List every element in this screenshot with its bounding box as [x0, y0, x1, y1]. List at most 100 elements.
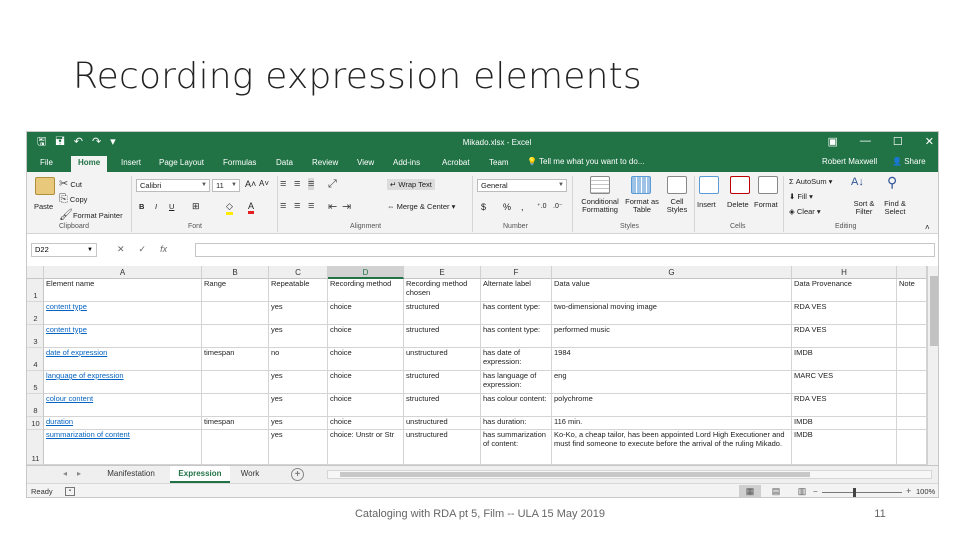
scroll-thumb[interactable]	[340, 472, 810, 477]
table-cell[interactable]: content type	[44, 302, 202, 325]
table-cell[interactable]	[897, 417, 927, 430]
format-as-table-button[interactable]: Format as Table	[622, 198, 662, 214]
table-cell[interactable]: no	[269, 348, 328, 371]
table-cell[interactable]: eng	[552, 371, 792, 394]
decrease-indent-icon[interactable]: ⇤	[328, 200, 337, 213]
column-header-f[interactable]: F	[481, 266, 552, 279]
bold-button[interactable]: B	[139, 202, 144, 211]
horizontal-scrollbar[interactable]	[327, 470, 932, 479]
table-cell[interactable]: choice	[328, 325, 404, 348]
table-cell[interactable]: has language of expression:	[481, 371, 552, 394]
undo-icon[interactable]: ↶	[74, 136, 83, 149]
table-cell[interactable]: RDA VES	[792, 325, 897, 348]
save-as-icon[interactable]: 🖬	[55, 136, 64, 149]
delete-cells-icon[interactable]	[730, 176, 750, 194]
tab-add-ins[interactable]: Add-ins	[393, 157, 420, 172]
cell-styles-button[interactable]: Cell Styles	[663, 198, 691, 214]
normal-view-icon[interactable]: ▦	[739, 485, 761, 497]
table-cell[interactable]: performed music	[552, 325, 792, 348]
table-cell[interactable]: choice	[328, 371, 404, 394]
collapse-ribbon-icon[interactable]: ˄	[925, 223, 930, 232]
table-cell[interactable]: yes	[269, 417, 328, 430]
copy-button[interactable]: ⎘ Copy	[59, 193, 87, 206]
header-cell[interactable]: Data value	[552, 279, 792, 302]
table-icon[interactable]	[631, 176, 651, 194]
table-cell[interactable]: yes	[269, 394, 328, 417]
table-cell[interactable]	[897, 348, 927, 371]
tab-home[interactable]: Home	[71, 156, 108, 172]
format-cells-icon[interactable]	[758, 176, 778, 194]
table-cell[interactable]: MARC VES	[792, 371, 897, 394]
table-cell[interactable]: 1984	[552, 348, 792, 371]
autosum-button[interactable]: Σ AutoSum ▾	[789, 177, 832, 186]
zoom-slider-knob[interactable]	[853, 488, 856, 497]
conditional-formatting-button[interactable]: Conditional Formatting	[575, 198, 625, 214]
header-cell[interactable]: Repeatable	[269, 279, 328, 302]
table-cell[interactable]: unstructured	[404, 417, 481, 430]
paste-label[interactable]: Paste	[34, 202, 53, 211]
column-header-b[interactable]: B	[202, 266, 269, 279]
tab-file[interactable]: File	[40, 157, 53, 172]
table-cell[interactable]: content type	[44, 325, 202, 348]
page-break-view-icon[interactable]: ▥	[791, 485, 813, 497]
find-select-button[interactable]: Find & Select	[879, 200, 911, 216]
format-painter-button[interactable]: 🖌Format Painter	[59, 208, 123, 221]
table-cell[interactable]	[202, 394, 269, 417]
percent-button[interactable]: %	[503, 202, 511, 212]
formula-input[interactable]	[195, 243, 935, 257]
vertical-scrollbar[interactable]	[927, 266, 938, 465]
tab-insert[interactable]: Insert	[121, 157, 141, 172]
font-size-select[interactable]: 11 ▼	[212, 179, 240, 192]
header-cell[interactable]: Recording method chosen	[404, 279, 481, 302]
align-center-icon[interactable]: ≡	[294, 200, 300, 212]
table-cell[interactable]: has content type:	[481, 302, 552, 325]
sheet-tab-work[interactable]: Work	[232, 466, 268, 483]
align-left-icon[interactable]: ≡	[280, 200, 286, 212]
table-cell[interactable]: yes	[269, 430, 328, 465]
table-cell[interactable]: structured	[404, 302, 481, 325]
row-header[interactable]: 10	[27, 417, 44, 430]
column-header-c[interactable]: C	[269, 266, 328, 279]
table-cell[interactable]: has summarization of content:	[481, 430, 552, 465]
increase-indent-icon[interactable]: ⇥	[342, 200, 351, 213]
table-cell[interactable]	[202, 430, 269, 465]
table-cell[interactable]: has duration:	[481, 417, 552, 430]
name-box[interactable]: D22 ▼	[31, 243, 97, 257]
header-cell[interactable]: Alternate label	[481, 279, 552, 302]
table-cell[interactable]: Ko-Ko, a cheap tailor, has been appointe…	[552, 430, 792, 465]
table-cell[interactable]: yes	[269, 371, 328, 394]
align-middle-icon[interactable]: ≡	[294, 178, 300, 190]
merge-center-button[interactable]: ⇔ Merge & Center ▾	[387, 202, 455, 211]
zoom-slider[interactable]	[822, 492, 902, 493]
table-cell[interactable]: unstructured	[404, 430, 481, 465]
increase-decimal-icon[interactable]: ⁺.0	[537, 202, 547, 210]
wrap-text-button[interactable]: ↵ Wrap Text	[387, 179, 435, 190]
user-name[interactable]: Robert Maxwell	[822, 157, 877, 166]
conditional-formatting-icon[interactable]	[590, 176, 610, 194]
table-cell[interactable]: choice: Unstr or Str	[328, 430, 404, 465]
function-icon[interactable]: fx	[160, 244, 167, 255]
table-cell[interactable]: IMDB	[792, 348, 897, 371]
row-header[interactable]: 8	[27, 394, 44, 417]
table-cell[interactable]: has date of expression:	[481, 348, 552, 371]
table-cell[interactable]: timespan	[202, 417, 269, 430]
close-icon[interactable]: ✕	[925, 135, 934, 148]
table-cell[interactable]: RDA VES	[792, 394, 897, 417]
tab-formulas[interactable]: Formulas	[223, 157, 256, 172]
header-cell[interactable]: Recording method	[328, 279, 404, 302]
table-cell[interactable]: unstructured	[404, 348, 481, 371]
share-button[interactable]: 👤 Share	[892, 157, 926, 166]
header-cell[interactable]: Range	[202, 279, 269, 302]
table-cell[interactable]: structured	[404, 325, 481, 348]
insert-cells-button[interactable]: Insert	[697, 200, 716, 209]
orientation-icon[interactable]: ⤢	[328, 178, 337, 191]
tell-me-box[interactable]: 💡 Tell me what you want to do...	[527, 157, 644, 166]
column-header-a[interactable]: A	[44, 266, 202, 279]
table-cell[interactable]	[897, 302, 927, 325]
table-cell[interactable]: IMDB	[792, 430, 897, 465]
font-grow-icon[interactable]: A˄	[245, 179, 256, 189]
sheet-tab-manifestation[interactable]: Manifestation	[97, 466, 165, 483]
zoom-level[interactable]: 100%	[916, 487, 935, 496]
maximize-icon[interactable]: ☐	[893, 135, 903, 148]
table-cell[interactable]	[897, 371, 927, 394]
